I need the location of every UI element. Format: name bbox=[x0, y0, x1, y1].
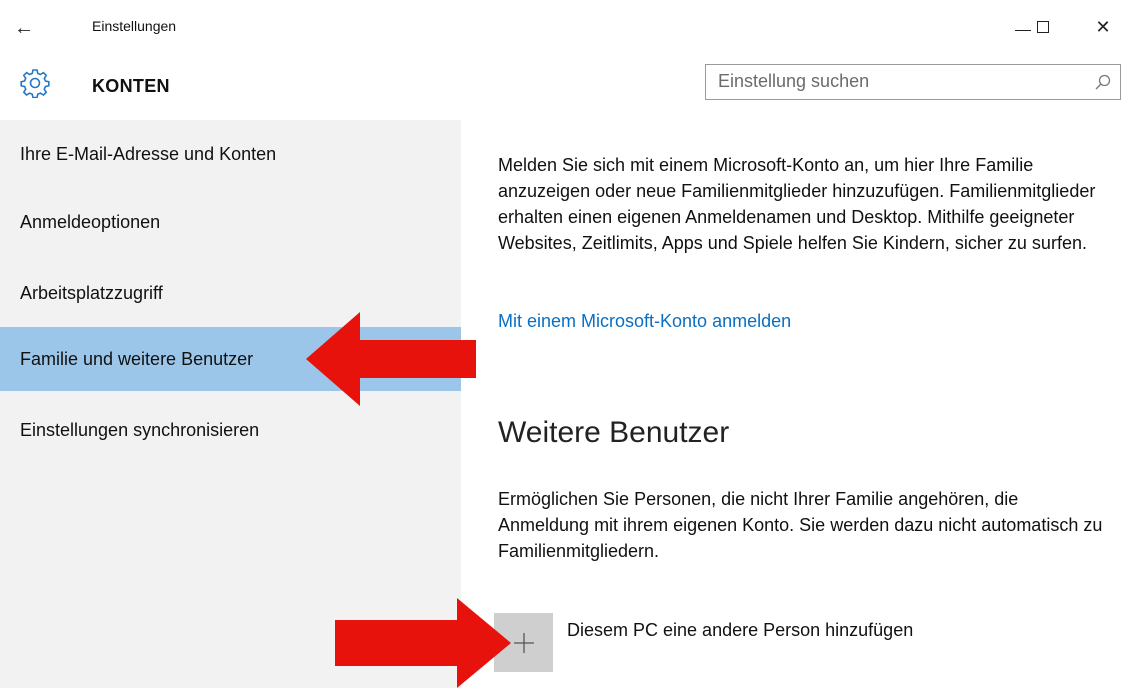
search-icon[interactable] bbox=[1094, 73, 1112, 91]
annotation-arrow-icon bbox=[306, 312, 476, 406]
page-header: KONTEN bbox=[0, 54, 1121, 120]
annotation-arrow-icon bbox=[335, 598, 511, 688]
sidebar-item-label: Ihre E-Mail-Adresse und Konten bbox=[20, 143, 277, 164]
search-input[interactable] bbox=[706, 65, 1088, 98]
sidebar-item-sign-in-options[interactable]: Anmeldeoptionen bbox=[0, 190, 461, 254]
maximize-button[interactable] bbox=[1020, 10, 1066, 44]
other-users-heading: Weitere Benutzer bbox=[498, 416, 730, 449]
close-button[interactable]: ✕ bbox=[1080, 10, 1121, 44]
sidebar-item-label: Arbeitsplatzzugriff bbox=[20, 282, 163, 303]
family-intro-text: Melden Sie sich mit einem Microsoft-Kont… bbox=[498, 155, 1096, 253]
sidebar-item-label: Einstellungen synchronisieren bbox=[20, 419, 260, 440]
title-bar: ← Einstellungen ✕ bbox=[0, 0, 1121, 54]
app-title: Einstellungen bbox=[92, 18, 177, 34]
back-button[interactable]: ← bbox=[14, 14, 54, 42]
microsoft-account-signin-link[interactable]: Mit einem Microsoft-Konto anmelden bbox=[498, 311, 791, 332]
plus-icon bbox=[513, 632, 534, 653]
gear-icon bbox=[20, 69, 50, 98]
other-users-description: Ermöglichen Sie Personen, die nicht Ihre… bbox=[498, 489, 1103, 561]
add-person-label[interactable]: Diesem PC eine andere Person hinzufügen bbox=[567, 620, 913, 641]
search-box[interactable] bbox=[705, 64, 1121, 100]
sidebar-item-label: Familie und weitere Benutzer bbox=[20, 348, 254, 369]
close-icon: ✕ bbox=[1095, 16, 1111, 37]
sidebar-item-email-accounts[interactable]: Ihre E-Mail-Adresse und Konten bbox=[0, 122, 461, 186]
main-content: Melden Sie sich mit einem Microsoft-Kont… bbox=[461, 120, 1121, 688]
sidebar-item-sync-settings[interactable]: Einstellungen synchronisieren bbox=[0, 398, 461, 462]
maximize-icon bbox=[1037, 21, 1049, 33]
sidebar-item-label: Anmeldeoptionen bbox=[20, 211, 161, 232]
section-title: KONTEN bbox=[92, 76, 170, 96]
back-arrow-icon: ← bbox=[14, 17, 34, 39]
